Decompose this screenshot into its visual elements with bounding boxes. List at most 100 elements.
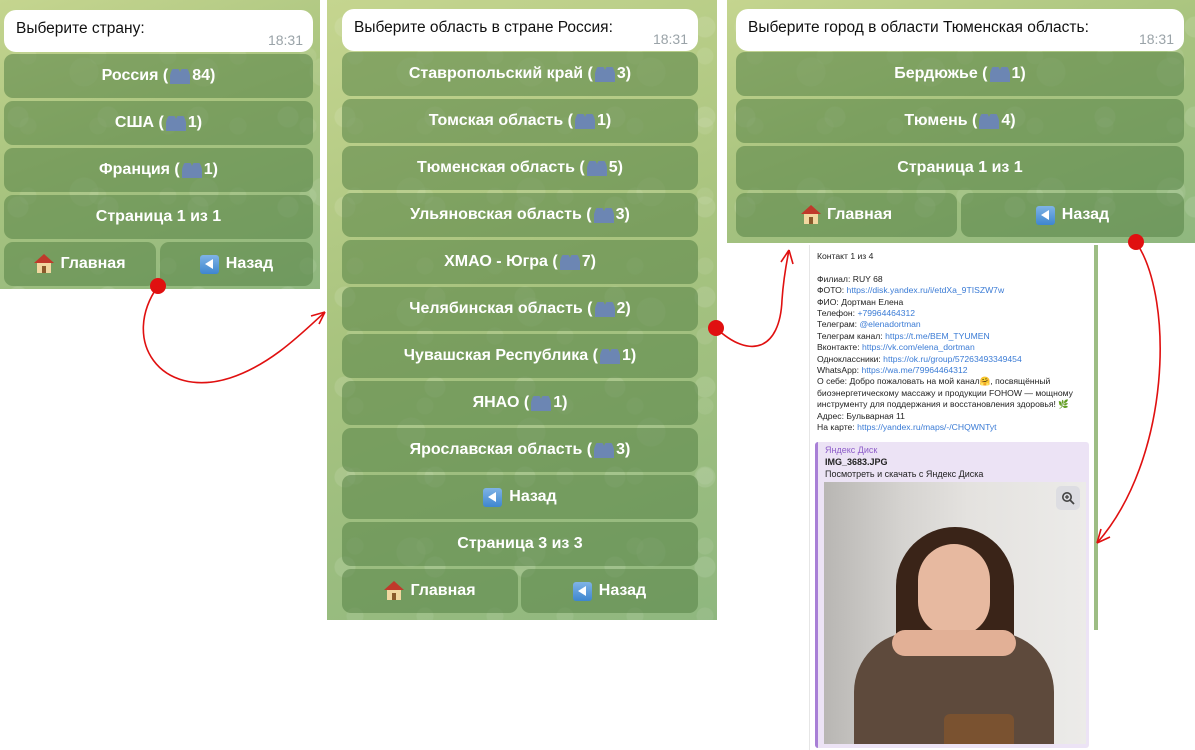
back-arrow-icon [1035, 205, 1055, 225]
region-button-tyumen[interactable]: Тюменская область (5) [342, 146, 698, 190]
preview-description: Посмотреть и скачать с Яндекс Диска [825, 469, 984, 479]
button-count: 2) [616, 300, 631, 317]
back-arrow-icon [199, 254, 219, 274]
name-label: ФИО: [817, 296, 839, 307]
message-time: 18:31 [652, 31, 688, 47]
people-icon [599, 348, 621, 364]
back-arrow-icon [572, 581, 592, 601]
vk-link[interactable]: https://vk.com/elena_dortman [862, 342, 975, 352]
page-indicator-button[interactable]: Страница 1 из 1 [736, 146, 1184, 190]
link-preview[interactable]: Яндекс Диск IMG_3683.JPG Посмотреть и ск… [815, 442, 1089, 748]
photo-hands [892, 630, 1016, 656]
country-button-france[interactable]: Франция (1) [4, 148, 313, 192]
photo-chair [944, 714, 1014, 744]
chat-panel-city: Выберите город в области Тюменская облас… [727, 0, 1195, 243]
button-count: 84) [192, 67, 216, 84]
branch-value: RUY 68 [852, 273, 883, 284]
preview-filename: IMG_3683.JPG [825, 457, 888, 467]
name-value: Дортман Елена [841, 296, 904, 307]
button-count: 1) [621, 347, 637, 364]
chat-background-edge [1094, 245, 1098, 630]
preview-photo[interactable] [824, 482, 1086, 744]
region-button-chelyabinsk[interactable]: Челябинская область (2) [342, 287, 698, 331]
page-indicator-button[interactable]: Страница 1 из 1 [4, 195, 313, 239]
button-label: Томская область ( [428, 112, 573, 129]
people-icon [593, 207, 615, 223]
flow-arrow-2 [708, 249, 794, 348]
chat-panel-region: Выберите область в стране Россия: 18:31 … [327, 0, 717, 620]
message-text: Выберите страну: [16, 20, 145, 37]
home-button[interactable]: Главная [342, 569, 518, 613]
region-button-ulyanovsk[interactable]: Ульяновская область (3) [342, 193, 698, 237]
message-bubble: Выберите город в области Тюменская облас… [736, 9, 1184, 51]
region-button-chuvashia[interactable]: Чувашская Республика ( 1) [342, 334, 698, 378]
button-count: 3) [616, 441, 631, 458]
photo-line: ФОТО: https://disk.yandex.ru/i/etdXa_9TI… [817, 285, 1092, 296]
message-text: Выберите город в области Тюменская облас… [748, 19, 1089, 36]
tg-channel-link[interactable]: https://t.me/BEM_TYUMEN [885, 331, 990, 341]
back-button[interactable]: Назад [961, 193, 1184, 237]
city-button-berdyuzhye[interactable]: Бердюжье (1) [736, 52, 1184, 96]
country-button-usa[interactable]: США (1) [4, 101, 313, 145]
people-icon [574, 113, 596, 129]
tg-channel-line: Телеграм канал: https://t.me/BEM_TYUMEN [817, 331, 1092, 342]
back-label: Назад [509, 488, 557, 505]
address-line: Адрес: Бульварная 11 [817, 411, 1092, 422]
whatsapp-label: WhatsApp: [817, 365, 860, 376]
people-icon [593, 442, 615, 458]
home-button[interactable]: Главная [736, 193, 957, 237]
contact-header: Контакт 1 из 4 [817, 251, 874, 261]
button-count: 1) [203, 161, 218, 178]
region-button-tomsk[interactable]: Томская область (1) [342, 99, 698, 143]
people-icon [169, 68, 191, 84]
ok-line: Одноклассники: https://ok.ru/group/57263… [817, 354, 1092, 365]
people-icon [594, 301, 616, 317]
button-label: ЯНАО ( [472, 394, 530, 411]
region-button-yanao[interactable]: ЯНАО (1) [342, 381, 698, 425]
home-button[interactable]: Главная [4, 242, 156, 286]
country-button-russia[interactable]: Россия ( 84) [4, 54, 313, 98]
house-icon [384, 581, 405, 601]
button-label: Россия ( [101, 67, 169, 84]
zoom-icon[interactable] [1056, 486, 1080, 510]
name-line: ФИО: Дортман Елена [817, 297, 1092, 308]
button-count: 1) [1011, 65, 1026, 82]
telegram-link[interactable]: @elenadortman [859, 319, 920, 329]
message-time: 18:31 [1138, 31, 1174, 47]
branch-label: Филиал: [817, 273, 851, 284]
back-row-button[interactable]: Назад [342, 475, 698, 519]
people-icon [530, 395, 552, 411]
people-icon [594, 66, 616, 82]
map-link[interactable]: https://yandex.ru/maps/-/CHQWNTyt [857, 422, 996, 432]
house-icon [34, 254, 55, 274]
button-label: ХМАО - Югра ( [444, 253, 558, 270]
button-label: Ульяновская область ( [410, 206, 592, 223]
vk-label: Вконтакте: [817, 342, 860, 353]
phone-link[interactable]: +79964464312 [857, 308, 915, 318]
page-label: Страница 1 из 1 [95, 208, 222, 225]
house-icon [800, 205, 821, 225]
chat-panel-country: Выберите страну: 18:31 Россия (84) США (… [0, 0, 320, 289]
branch-line: Филиал: RUY 68 [817, 274, 1092, 285]
back-label: Назад [598, 582, 647, 599]
page-indicator-button[interactable]: Страница 3 из 3 [342, 522, 698, 566]
about-line: О себе: Добро пожаловать на мой канал🤗, … [817, 376, 1092, 410]
city-button-tyumen[interactable]: Тюмень (4) [736, 99, 1184, 143]
region-button-khmao[interactable]: ХМАО - Югра (7) [342, 240, 698, 284]
contact-details: Контакт 1 из 4 Филиал: RUY 68 ФОТО: http… [817, 251, 1092, 433]
back-button[interactable]: Назад [160, 242, 313, 286]
people-icon [181, 162, 203, 178]
map-label: На карте: [817, 422, 855, 433]
address-label: Адрес: [817, 410, 844, 421]
region-button-yaroslavl[interactable]: Ярославская область ( 3) [342, 428, 698, 472]
region-button-stavropol[interactable]: Ставропольский край (3) [342, 52, 698, 96]
button-label: Ярославская область ( [409, 441, 593, 458]
page-label: Страница 3 из 3 [457, 535, 583, 552]
message-text: Выберите область в стране Россия: [354, 19, 613, 36]
ok-link[interactable]: https://ok.ru/group/57263493349454 [883, 354, 1022, 364]
photo-link[interactable]: https://disk.yandex.ru/i/etdXa_9TISZW7w [847, 285, 1005, 295]
back-button[interactable]: Назад [521, 569, 698, 613]
button-label: Чувашская Республика ( [403, 347, 598, 364]
whatsapp-link[interactable]: https://wa.me/79964464312 [861, 365, 967, 375]
